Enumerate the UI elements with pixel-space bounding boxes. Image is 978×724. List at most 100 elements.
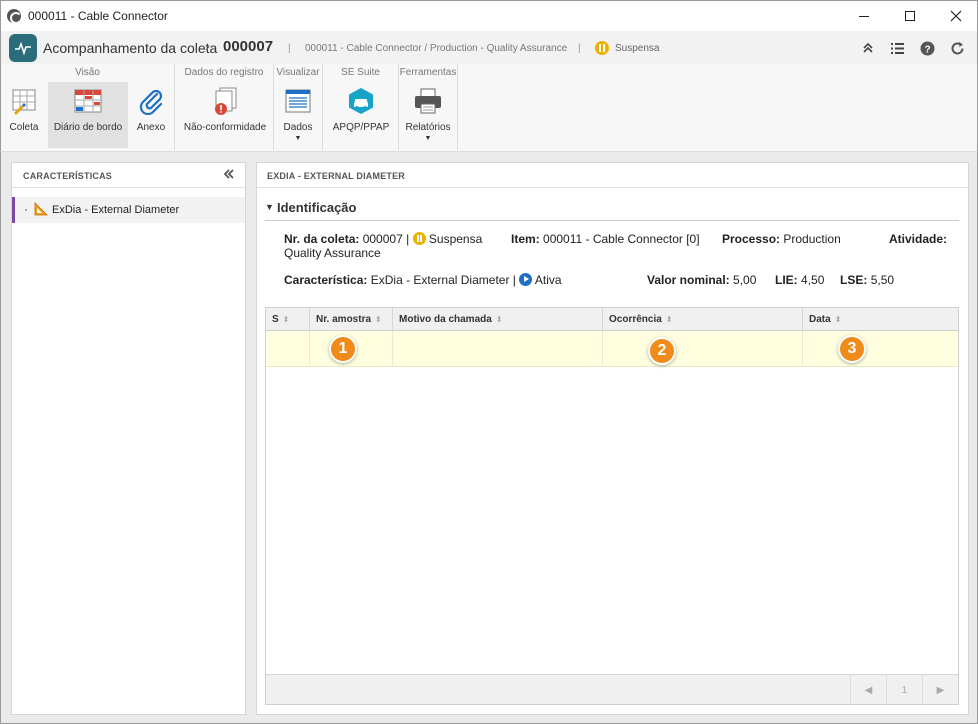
caret-down-icon: ▼ xyxy=(265,202,274,212)
column-label: Ocorrência xyxy=(609,314,662,325)
printer-icon xyxy=(413,86,443,116)
valor-nominal-field: Valor nominal: 5,00 xyxy=(647,273,756,287)
minimize-icon xyxy=(859,15,869,17)
collapse-panel-button[interactable] xyxy=(223,167,235,183)
item-field: Item: 000011 - Cable Connector [0] xyxy=(511,232,700,246)
field-value: Quality Assurance xyxy=(284,246,381,260)
ribbon-group-ferramentas: Ferramentas Relatórios ▼ xyxy=(399,64,458,150)
column-header-ocorrencia[interactable]: Ocorrência ⬍ xyxy=(603,308,803,331)
ribbon-group-dados-registro: Dados do registro Não-conformidade xyxy=(175,64,274,150)
header-separator: | xyxy=(578,43,581,54)
paperclip-icon xyxy=(136,86,166,116)
coleta-grid-edit-icon xyxy=(9,86,39,116)
breadcrumb-chevron-icon: › xyxy=(205,38,210,54)
nr-coleta-field: Nr. da coleta: 000007 | Suspensa xyxy=(284,232,482,246)
ribbon-group-se-suite: SE Suite APQP/PPAP xyxy=(323,64,399,150)
field-value: 5,00 xyxy=(733,273,757,287)
field-value: Production xyxy=(783,232,841,246)
anexo-button[interactable]: Anexo xyxy=(131,82,171,148)
coleta-button[interactable]: Coleta xyxy=(4,82,44,148)
ribbon-group-visualizar: Visualizar Dados ▼ xyxy=(274,64,323,150)
lse-field: LSE: 5,50 xyxy=(840,273,894,287)
panel-title: CARACTERÍSTICAS xyxy=(23,171,113,181)
close-button[interactable] xyxy=(933,1,978,31)
list-menu-button[interactable] xyxy=(889,40,905,56)
ribbon-button-label: APQP/PPAP xyxy=(332,122,390,133)
nao-conformidade-button[interactable]: Não-conformidade xyxy=(179,82,271,148)
column-header-motivo[interactable]: Motivo da chamada ⬍ xyxy=(393,308,603,331)
table-cell xyxy=(603,331,803,367)
field-value: Suspensa xyxy=(428,232,483,246)
ribbon-group-title: Visão xyxy=(75,67,100,78)
column-header-s[interactable]: S ⬍ xyxy=(266,308,310,331)
caracteristica-field: Característica: ExDia - External Diamete… xyxy=(284,273,562,287)
breadcrumb-path: 000011 - Cable Connector / Production - … xyxy=(305,43,568,54)
previous-page-button[interactable]: ◀ xyxy=(850,675,886,705)
grid-header: S ⬍ Nr. amostra ⬍ Motivo da chamada ⬍ Ocorr… xyxy=(266,308,958,331)
pause-status-icon xyxy=(412,232,426,245)
double-chevron-left-icon xyxy=(223,169,234,179)
ribbon-button-label: Coleta xyxy=(9,122,39,133)
collapse-up-button[interactable] xyxy=(860,40,876,56)
field-value: 000007 | xyxy=(362,232,410,246)
ribbon-toolbar: Visão Coleta Diário de bordo Anexo Dados… xyxy=(0,64,978,152)
field-label: LIE: xyxy=(775,273,798,287)
callout-badge: 3 xyxy=(838,335,866,363)
lie-field: LIE: 4,50 xyxy=(775,273,824,287)
field-label: Atividade: xyxy=(889,232,948,246)
field-label: Característica: xyxy=(284,273,368,287)
field-label: Item: xyxy=(511,232,540,246)
dados-dropdown-button[interactable]: Dados ▼ xyxy=(278,82,318,148)
sort-icon: ⬍ xyxy=(282,315,290,324)
sort-icon: ⬍ xyxy=(375,315,382,324)
column-label: Nr. amostra xyxy=(316,314,372,325)
processo-field: Processo: Production xyxy=(722,232,841,246)
table-row[interactable]: 1 2 3 xyxy=(266,331,958,367)
field-value: 4,50 xyxy=(801,273,825,287)
sort-icon: ⬍ xyxy=(834,315,842,324)
sort-icon: ⬍ xyxy=(495,315,503,324)
ribbon-button-label: Relatórios xyxy=(405,122,451,133)
help-button[interactable]: ? xyxy=(919,40,935,56)
ribbon-group-title: Visualizar xyxy=(276,67,320,78)
atividade-label-field: Atividade: xyxy=(889,232,947,246)
column-header-nr-amostra[interactable]: Nr. amostra ⬍ xyxy=(310,308,393,331)
section-title: Identificação xyxy=(277,200,357,215)
apqp-ppap-button[interactable]: APQP/PPAP xyxy=(327,82,395,148)
identificacao-section-toggle[interactable]: ▼ Identificação xyxy=(265,199,959,221)
page-title: Acompanhamento da coleta xyxy=(43,40,218,56)
column-header-data[interactable]: Data ⬍ xyxy=(803,308,958,331)
ribbon-button-label: Diário de bordo xyxy=(53,122,123,133)
callout-badge: 1 xyxy=(329,335,357,363)
grid-footer: ◀ 1 ▶ xyxy=(266,674,958,705)
relatorios-dropdown-button[interactable]: Relatórios ▼ xyxy=(403,82,453,148)
next-page-button[interactable]: ▶ xyxy=(922,675,958,705)
header-bar: Acompanhamento da coleta › 000007 | 0000… xyxy=(0,31,978,64)
car-hexagon-icon xyxy=(346,86,376,116)
minimize-button[interactable] xyxy=(841,1,887,31)
refresh-button[interactable] xyxy=(949,40,965,56)
field-value: Ativa xyxy=(534,273,562,287)
maximize-button[interactable] xyxy=(887,1,933,31)
characteristics-panel: CARACTERÍSTICAS · ExDia - External Diame… xyxy=(11,162,246,715)
panel-title: EXDIA - EXTERNAL DIAMETER xyxy=(267,171,406,181)
column-label: Data xyxy=(809,314,831,325)
field-value: 5,50 xyxy=(870,273,895,287)
document-warning-icon xyxy=(210,86,240,116)
record-code: 000007 xyxy=(223,38,274,55)
sort-icon: ⬍ xyxy=(665,315,673,324)
window-title: 000011 - Cable Connector xyxy=(28,9,168,23)
callout-badge: 2 xyxy=(648,337,676,365)
characteristic-list-item[interactable]: · ExDia - External Diameter xyxy=(12,197,245,223)
samples-grid: S ⬍ Nr. amostra ⬍ Motivo da chamada ⬍ Ocorr… xyxy=(265,307,959,705)
panel-header: EXDIA - EXTERNAL DIAMETER xyxy=(257,163,968,188)
refresh-icon xyxy=(951,41,963,54)
active-status-icon xyxy=(519,273,533,286)
diario-de-bordo-button[interactable]: Diário de bordo xyxy=(48,82,128,148)
ruler-triangle-icon xyxy=(34,202,48,216)
field-label: Processo: xyxy=(722,232,781,246)
table-cell xyxy=(266,331,310,367)
app-icon xyxy=(7,9,22,24)
ribbon-button-label: Não-conformidade xyxy=(183,122,267,133)
pause-status-icon xyxy=(595,41,609,55)
